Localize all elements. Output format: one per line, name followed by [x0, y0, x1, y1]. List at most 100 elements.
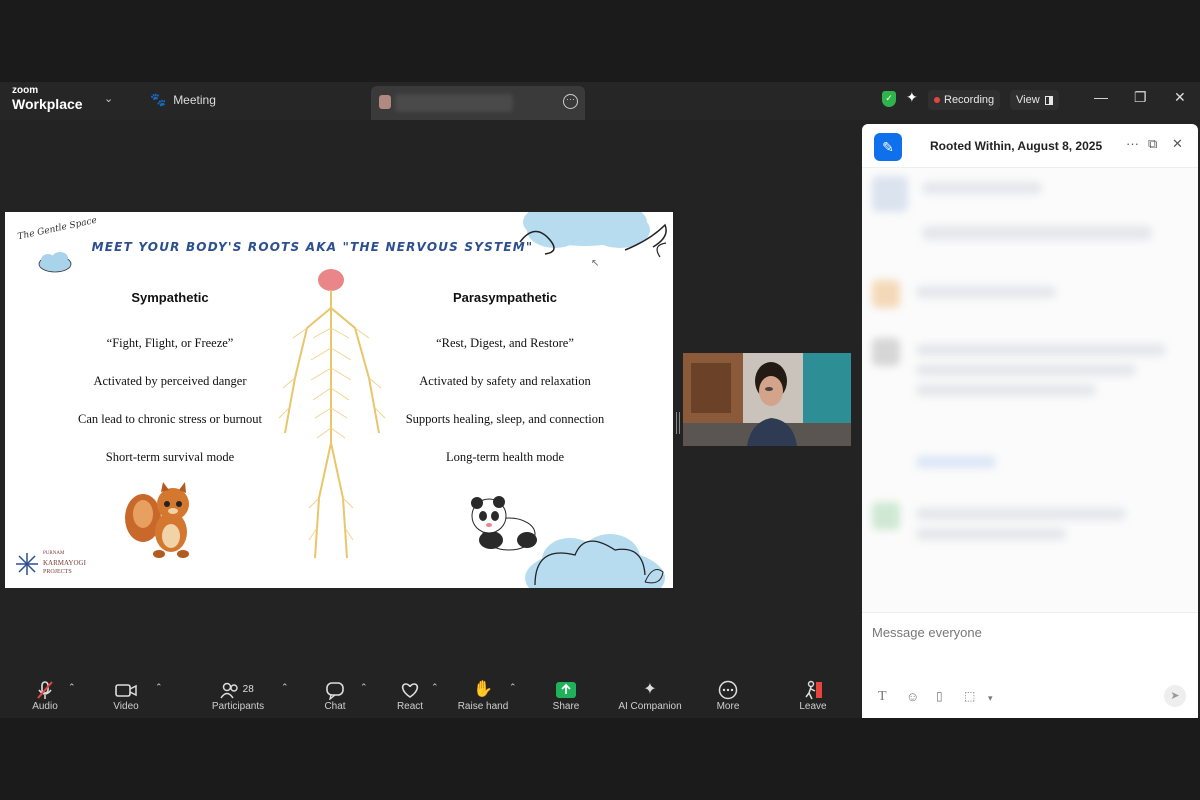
- chat-header: ✎ Rooted Within, August 8, 2025 ··· ⧉ ✕: [862, 124, 1198, 168]
- sympathetic-item: Short-term survival mode: [105, 450, 235, 464]
- chat-label: Chat: [324, 701, 346, 712]
- send-icon[interactable]: ➤: [1164, 685, 1186, 707]
- security-shield-icon[interactable]: ✓: [882, 91, 896, 107]
- zoom-workplace-logo: zoom Workplace: [12, 85, 83, 112]
- footer-logo-line: PROJECTS: [43, 569, 72, 575]
- blurred-text: [916, 344, 1166, 356]
- sympathetic-item: Activated by perceived danger: [93, 374, 247, 388]
- more-ellipsis-icon: [693, 680, 763, 700]
- view-button[interactable]: View: [1010, 90, 1059, 110]
- blurred-avatar: [872, 280, 900, 308]
- participant-video-image: [683, 353, 851, 446]
- participants-button[interactable]: 28 Participants: [203, 680, 273, 712]
- parasympathetic-item: Activated by safety and relaxation: [419, 374, 591, 388]
- recording-indicator[interactable]: Recording: [928, 90, 1001, 110]
- chevron-up-icon[interactable]: ⌃: [431, 682, 439, 693]
- video-label: Video: [113, 701, 139, 712]
- nervous-system-illustration: [278, 269, 386, 559]
- participants-icon: 28: [203, 680, 273, 700]
- audio-label: Audio: [32, 701, 58, 712]
- chevron-up-icon[interactable]: ⌃: [281, 682, 289, 693]
- ai-sparkle-icon[interactable]: ✦: [906, 89, 918, 106]
- more-options-icon[interactable]: ···: [563, 94, 578, 109]
- zoom-window: zoom Workplace ⌄ 🐾 Meeting ··· ✓ ✦ Recor…: [0, 82, 1200, 718]
- emoji-icon[interactable]: ☺: [906, 689, 919, 704]
- sympathetic-heading: Sympathetic: [131, 290, 209, 305]
- share-label: Share: [552, 701, 580, 712]
- blurred-text: [916, 384, 1096, 396]
- share-button[interactable]: Share: [531, 680, 601, 712]
- title-bar: zoom Workplace ⌄ 🐾 Meeting ··· ✓ ✦ Recor…: [0, 82, 1200, 120]
- view-layout-icon: [1044, 95, 1053, 105]
- blurred-text: [922, 182, 1042, 194]
- blurred-avatar: [872, 176, 908, 212]
- blurred-avatar: [872, 338, 900, 366]
- leave-icon: [778, 680, 848, 700]
- participants-label: Participants: [211, 701, 265, 712]
- message-input[interactable]: [872, 617, 1182, 647]
- close-icon[interactable]: ✕: [1174, 89, 1186, 106]
- letterbox-bottom: [0, 718, 1200, 800]
- ai-companion-label: AI Companion: [618, 701, 682, 712]
- mouse-cursor-icon: ↖: [591, 258, 600, 269]
- blurred-text: [916, 508, 1126, 520]
- pop-out-icon[interactable]: ⧉: [1148, 136, 1157, 152]
- participants-count: 28: [242, 684, 254, 695]
- parasympathetic-item: Supports healing, sleep, and connection: [405, 412, 605, 426]
- squirrel-illustration: [125, 482, 189, 558]
- blurred-text: [916, 456, 996, 468]
- chevron-down-icon[interactable]: ▾: [988, 693, 993, 704]
- more-options-icon[interactable]: ···: [1126, 136, 1139, 151]
- participant-video-tile[interactable]: [683, 353, 851, 446]
- split-resize-handle[interactable]: [676, 412, 680, 434]
- meeting-tab[interactable]: 🐾 Meeting: [150, 92, 216, 108]
- sympathetic-item: Can lead to chronic stress or burnout: [78, 412, 262, 426]
- paw-icon: 🐾: [150, 92, 167, 107]
- chevron-up-icon[interactable]: ⌃: [509, 682, 517, 693]
- view-label: View: [1016, 94, 1040, 106]
- text-format-icon[interactable]: T: [878, 689, 887, 705]
- chat-title: Rooted Within, August 8, 2025: [930, 139, 1103, 153]
- parasympathetic-heading: Parasympathetic: [452, 290, 558, 305]
- ai-companion-button[interactable]: ✦ AI Companion: [608, 680, 692, 712]
- close-icon[interactable]: ✕: [1172, 136, 1183, 152]
- footer-logo-line: PURNAM: [43, 551, 65, 556]
- brand-small: zoom: [12, 85, 39, 96]
- ai-sparkle-icon: ✦: [643, 681, 657, 698]
- chevron-up-icon[interactable]: ⌃: [155, 682, 163, 693]
- screenshot-icon[interactable]: ⬚: [964, 689, 975, 703]
- minimize-icon[interactable]: —: [1094, 89, 1108, 105]
- restore-icon[interactable]: ❐: [1134, 89, 1147, 106]
- blurred-text: [916, 528, 1066, 540]
- cloud-bottom-right-decoration: [525, 534, 665, 588]
- shared-screen-slide: The Gentle Space MEET YOUR BODY'S ROOTS …: [5, 212, 673, 588]
- blurred-name: [395, 94, 513, 112]
- blurred-avatar: [872, 502, 900, 530]
- chevron-down-icon[interactable]: ⌄: [104, 92, 113, 105]
- slide-title: MEET YOUR BODY'S ROOTS AKA "THE NERVOUS …: [91, 240, 534, 254]
- leave-button[interactable]: Leave: [778, 680, 848, 712]
- footer-logo-line: KARMAYOGI: [43, 559, 86, 567]
- logo-text: The Gentle Space: [16, 215, 98, 243]
- chevron-up-icon[interactable]: ⌃: [68, 682, 76, 693]
- chat-panel: ✎ Rooted Within, August 8, 2025 ··· ⧉ ✕ …: [862, 124, 1198, 718]
- parasympathetic-item: “Rest, Digest, and Restore”: [436, 336, 574, 350]
- video-camera-icon: [91, 680, 161, 700]
- video-button[interactable]: Video: [91, 680, 161, 712]
- chat-messages-blurred[interactable]: [862, 168, 1198, 612]
- purnam-karmayogi-logo: PURNAM KARMAYOGI PROJECTS: [13, 550, 103, 580]
- brand-big: Workplace: [12, 96, 83, 112]
- blurred-text: [922, 226, 1152, 240]
- more-button[interactable]: More: [693, 680, 763, 712]
- raise-hand-button[interactable]: ✋ Raise hand: [448, 680, 518, 712]
- file-icon[interactable]: ▯: [936, 689, 943, 703]
- chevron-up-icon[interactable]: ⌃: [360, 682, 368, 693]
- sympathetic-item: “Fight, Flight, or Freeze”: [106, 336, 234, 350]
- share-screen-icon: [531, 680, 601, 700]
- snowflake-logo-icon: [16, 553, 38, 575]
- letterbox-top: [0, 0, 1200, 82]
- compose-edit-icon[interactable]: ✎: [874, 133, 902, 161]
- participant-name-tab[interactable]: ···: [371, 86, 585, 120]
- cloud-top-right-decoration: [519, 212, 667, 258]
- blurred-text: [916, 364, 1136, 376]
